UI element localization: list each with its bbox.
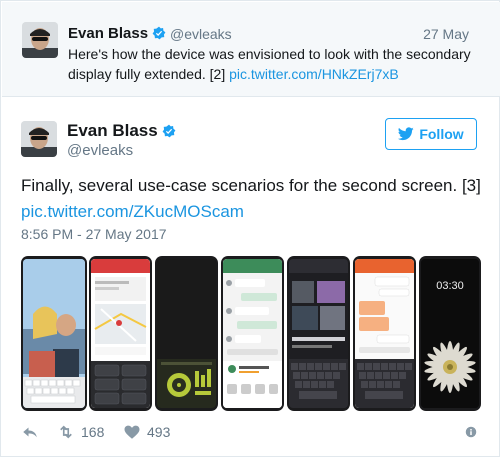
avatar[interactable] — [22, 22, 58, 58]
tweet-media-link[interactable]: pic.twitter.com/HNkZErj7xB — [229, 66, 399, 82]
verified-badge-icon — [152, 26, 166, 40]
tweet-actions: 168 493 — [21, 423, 481, 445]
tweet-text: Finally, several use-case scenarios for … — [21, 176, 481, 221]
info-button[interactable] — [462, 423, 480, 441]
author-name[interactable]: Evan Blass — [67, 121, 176, 141]
heart-icon — [124, 425, 140, 439]
tweet-media-image[interactable]: 03:30 — [21, 252, 481, 415]
reply-icon — [23, 427, 37, 438]
phone-music-controller — [155, 256, 218, 411]
clock-time: 03:30 — [436, 280, 464, 292]
info-icon — [465, 426, 477, 438]
tweet-media-link[interactable]: pic.twitter.com/ZKucMOScam — [21, 202, 244, 221]
phone-music-player-keyboard — [287, 256, 350, 411]
author-name[interactable]: Evan Blass — [68, 25, 166, 42]
phone-photo-keyboard — [21, 256, 87, 411]
tweet-timestamp[interactable]: 8:56 PM - 27 May 2017 — [21, 226, 167, 242]
author-handle[interactable]: @evleaks — [170, 26, 232, 42]
parent-tweet[interactable]: Evan Blass @evleaks 27 May Here's how th… — [2, 2, 500, 97]
retweet-icon — [60, 425, 72, 439]
phone-maps-controls — [89, 256, 152, 411]
avatar[interactable] — [21, 121, 57, 157]
retweet-count: 168 — [81, 424, 105, 440]
phone-clock-flower: 03:30 — [419, 256, 481, 411]
twitter-bird-icon — [398, 127, 415, 141]
phone-chat-keyboard — [353, 256, 416, 411]
tweet-embed: Evan Blass @evleaks 27 May Here's how th… — [0, 0, 500, 457]
parent-tweet-text: Here's how the device was envisioned to … — [68, 46, 471, 82]
phone-messaging — [221, 256, 284, 411]
retweet-button[interactable]: 168 — [57, 423, 104, 441]
author-handle[interactable]: @evleaks — [67, 142, 133, 159]
like-count: 493 — [147, 424, 171, 440]
like-button[interactable]: 493 — [123, 423, 170, 441]
reply-button[interactable] — [21, 423, 39, 441]
verified-badge-icon — [162, 124, 176, 138]
follow-button[interactable]: Follow — [385, 118, 477, 150]
tweet-date[interactable]: 27 May — [423, 26, 469, 42]
